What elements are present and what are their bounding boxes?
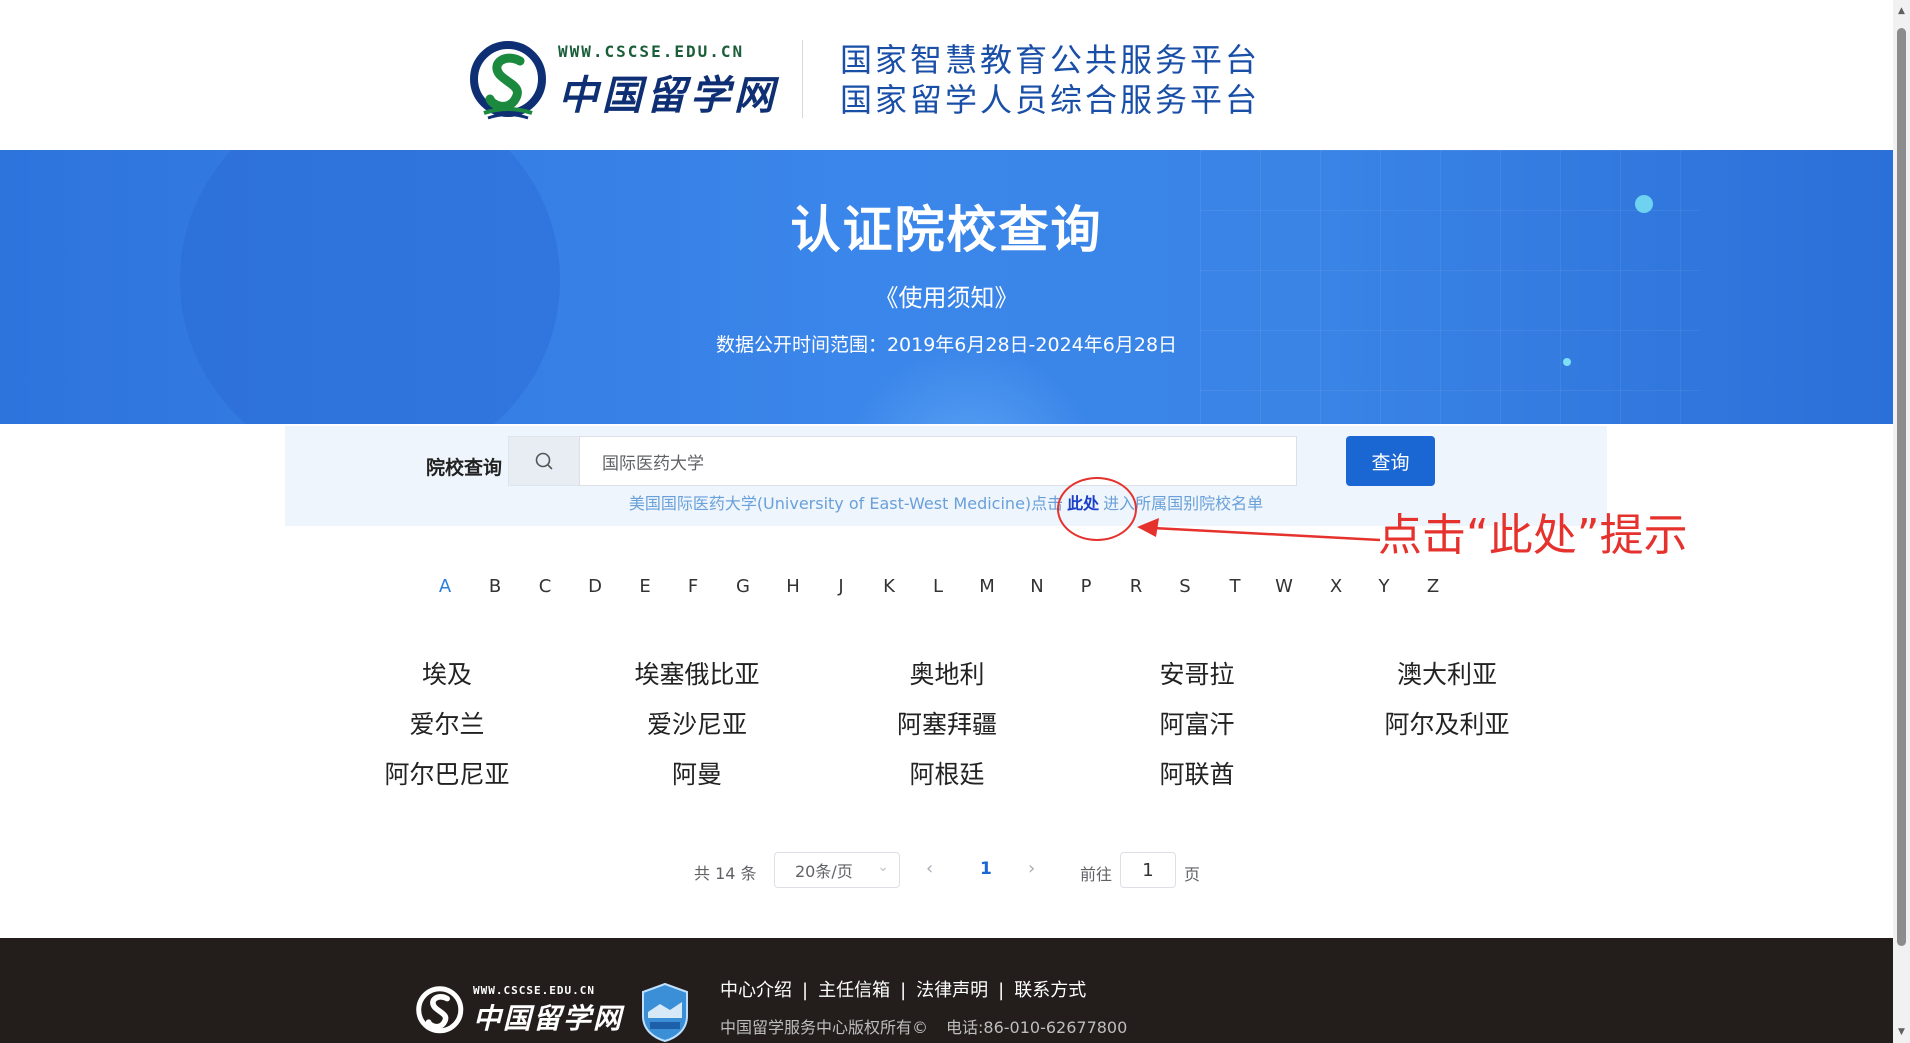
page-size-select[interactable]: 20条/页 ⌄ xyxy=(774,852,900,888)
country-item[interactable]: 爱沙尼亚 xyxy=(597,708,797,742)
country-item[interactable]: 澳大利亚 xyxy=(1347,658,1547,692)
page-suffix: 页 xyxy=(1184,865,1201,884)
alphabet-letter-h[interactable]: H xyxy=(778,576,808,597)
alphabet-letter-y[interactable]: Y xyxy=(1369,576,1399,597)
copyright-text: 中国留学服务中心版权所有© xyxy=(720,1018,929,1037)
country-item[interactable]: 阿塞拜疆 xyxy=(847,708,1047,742)
alphabet-letter-s[interactable]: S xyxy=(1170,576,1200,597)
page-size-value: 20条/页 xyxy=(795,862,853,881)
data-range-text: 数据公开时间范围：2019年6月28日-2024年6月28日 xyxy=(715,334,1178,356)
search-label: 院校查询 xyxy=(426,457,503,479)
alphabet-letter-d[interactable]: D xyxy=(580,576,610,597)
alphabet-letter-l[interactable]: L xyxy=(923,576,953,597)
alphabet-letter-a[interactable]: A xyxy=(430,576,460,597)
goto-label: 前往 xyxy=(1080,865,1113,884)
school-search-input[interactable] xyxy=(579,436,1297,486)
pagination-total: 共 14 条 xyxy=(694,864,757,883)
footer-logo-name: 中国留学网 xyxy=(473,1002,624,1035)
footer-link[interactable]: 主任信箱 xyxy=(818,980,890,1001)
country-item[interactable]: 阿曼 xyxy=(597,758,797,792)
header-divider xyxy=(802,40,803,118)
alphabet-letter-g[interactable]: G xyxy=(728,576,758,597)
country-item[interactable]: 阿尔及利亚 xyxy=(1347,708,1547,742)
cscse-emblem-icon xyxy=(416,985,464,1033)
alphabet-letter-e[interactable]: E xyxy=(630,576,660,597)
search-button[interactable]: 查询 xyxy=(1346,436,1435,486)
logo-url-text: WWW.CSCSE.EDU.CN xyxy=(558,41,745,61)
footer-copyright: 中国留学服务中心版权所有© 电话:86-010-62677800 xyxy=(720,1014,1127,1038)
scroll-down-arrow-icon[interactable]: ▼ xyxy=(1897,1027,1906,1037)
country-item[interactable]: 埃及 xyxy=(347,658,547,692)
usage-notice-link[interactable]: 《使用须知》 xyxy=(0,278,1893,313)
chevron-down-icon: ⌄ xyxy=(877,859,889,875)
hint-text-before: 美国国际医药大学(University of East-West Medicin… xyxy=(628,494,1064,513)
banner-dot-decoration xyxy=(1563,358,1571,366)
hero-banner: 认证院校查询 《使用须知》 数据公开时间范围：2019年6月28日-2024年6… xyxy=(0,150,1893,424)
search-icon xyxy=(535,452,553,470)
footer-link[interactable]: 联系方式 xyxy=(1014,980,1086,1001)
public-institution-badge-icon xyxy=(642,982,688,1042)
footer-link[interactable]: 中心介绍 xyxy=(720,980,792,1001)
country-item[interactable]: 埃塞俄比亚 xyxy=(597,658,797,692)
alphabet-letter-x[interactable]: X xyxy=(1321,576,1351,597)
footer-link-separator: | xyxy=(900,980,907,1001)
alphabet-letter-m[interactable]: M xyxy=(972,576,1002,597)
search-icon-box xyxy=(508,436,580,486)
phone-text: 电话:86-010-62677800 xyxy=(946,1018,1128,1037)
page-title: 认证院校查询 xyxy=(790,201,1103,259)
country-item[interactable]: 阿根廷 xyxy=(847,758,1047,792)
site-logo[interactable]: WWW.CSCSE.EDU.CN 中国留学网 xyxy=(470,36,778,126)
alphabet-letter-j[interactable]: J xyxy=(826,576,856,597)
platform-line-1: 国家智慧教育公共服务平台 xyxy=(840,41,1261,79)
goto-page-input[interactable] xyxy=(1120,852,1176,888)
alphabet-letter-p[interactable]: P xyxy=(1071,576,1101,597)
logo-name-text: 中国留学网 xyxy=(558,71,778,119)
country-item[interactable]: 阿联酋 xyxy=(1097,758,1297,792)
prev-page-button[interactable]: ‹ xyxy=(926,858,933,879)
platform-title: 国家智慧教育公共服务平台 国家留学人员综合服务平台 xyxy=(840,40,1260,120)
footer-links: 中心介绍 | 主任信箱 | 法律声明 | 联系方式 xyxy=(720,976,1086,1002)
alphabet-letter-w[interactable]: W xyxy=(1269,576,1299,597)
cscse-emblem-icon xyxy=(470,39,550,123)
annotation-text: 点击“此处”提示 xyxy=(1378,510,1688,561)
footer-link-separator: | xyxy=(998,980,1005,1001)
alphabet-letter-t[interactable]: T xyxy=(1220,576,1250,597)
alphabet-letter-k[interactable]: K xyxy=(874,576,904,597)
alphabet-letter-n[interactable]: N xyxy=(1022,576,1052,597)
country-item[interactable]: 奥地利 xyxy=(847,658,1047,692)
annotation-circle xyxy=(1057,477,1137,541)
scroll-up-arrow-icon[interactable]: ▲ xyxy=(1897,6,1906,16)
alphabet-letter-c[interactable]: C xyxy=(530,576,560,597)
footer-logo: WWW.CSCSE.EDU.CN 中国留学网 xyxy=(415,984,623,1037)
annotation-arrow xyxy=(1137,518,1380,542)
alphabet-letter-r[interactable]: R xyxy=(1121,576,1151,597)
footer-link-separator: | xyxy=(802,980,809,1001)
platform-line-2: 国家留学人员综合服务平台 xyxy=(840,81,1261,119)
site-footer: WWW.CSCSE.EDU.CN 中国留学网 中心介绍 | 主任信箱 | 法律声明 | 联系… xyxy=(0,938,1893,1043)
next-page-button[interactable]: › xyxy=(1028,858,1035,879)
footer-logo-url: WWW.CSCSE.EDU.CN xyxy=(473,984,595,997)
footer-link[interactable]: 法律声明 xyxy=(916,980,988,1001)
site-header: WWW.CSCSE.EDU.CN 中国留学网 国家智慧教育公共服务平台 国家留学… xyxy=(0,0,1893,150)
country-item[interactable]: 阿尔巴尼亚 xyxy=(347,758,547,792)
country-item[interactable]: 安哥拉 xyxy=(1097,658,1297,692)
page-number-1[interactable]: 1 xyxy=(980,859,992,879)
page-scrollbar[interactable]: ▲ ▼ xyxy=(1893,0,1910,1043)
country-item[interactable]: 爱尔兰 xyxy=(347,708,547,742)
scrollbar-thumb[interactable] xyxy=(1897,28,1906,946)
alphabet-letter-f[interactable]: F xyxy=(678,576,708,597)
alphabet-letter-z[interactable]: Z xyxy=(1418,576,1448,597)
alphabet-letter-b[interactable]: B xyxy=(480,576,510,597)
country-item[interactable]: 阿富汗 xyxy=(1097,708,1297,742)
